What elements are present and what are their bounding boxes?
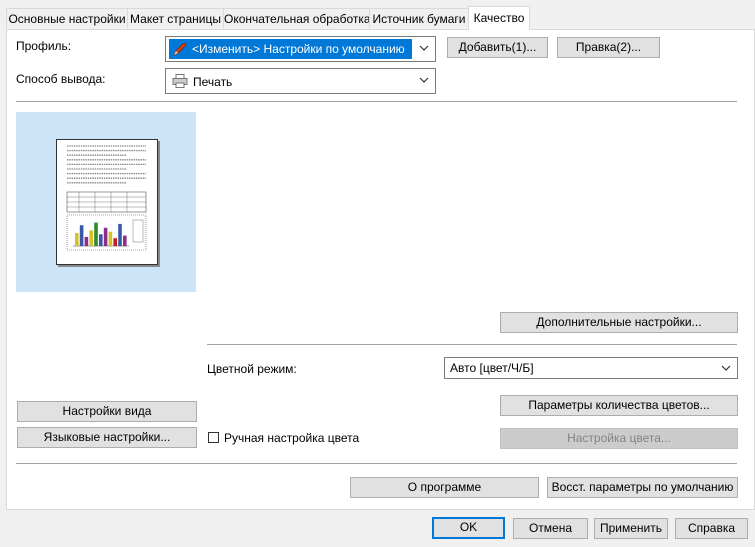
pencil-icon — [172, 41, 188, 57]
tab-page-layout[interactable]: Макет страницы — [127, 8, 224, 28]
color-mode-label: Цветной режим: — [207, 362, 297, 376]
preview-chart-bar — [89, 230, 93, 246]
printer-icon — [172, 74, 188, 88]
profile-value: <Изменить> Настройки по умолчанию — [192, 42, 405, 56]
preview-chart-bar — [75, 233, 79, 246]
color-settings-button[interactable]: Настройка цвета... — [500, 428, 738, 449]
separator — [16, 463, 737, 464]
preview-chart-bar — [99, 234, 103, 246]
tab-finishing[interactable]: Окончательная обработка — [223, 8, 371, 28]
output-value: Печать — [193, 75, 233, 89]
preview-chart-bar — [113, 238, 117, 246]
restore-defaults-button[interactable]: Восст. параметры по умолчанию — [547, 477, 738, 498]
about-button[interactable]: О программе — [350, 477, 539, 498]
cancel-button[interactable]: Отмена — [513, 518, 588, 539]
chevron-down-icon[interactable] — [419, 75, 429, 85]
manual-color-label[interactable]: Ручная настройка цвета — [224, 431, 359, 445]
separator — [16, 101, 737, 102]
apply-button[interactable]: Применить — [594, 518, 668, 539]
language-settings-button[interactable]: Языковые настройки... — [17, 427, 197, 448]
view-settings-button[interactable]: Настройки вида — [17, 401, 197, 422]
preview-document-graphic — [66, 145, 147, 251]
help-button[interactable]: Справка — [675, 518, 748, 539]
output-select[interactable]: Печать — [165, 68, 436, 94]
preview-text-lines — [67, 145, 146, 184]
edit-profile-button[interactable]: Правка(2)... — [557, 37, 660, 58]
output-label: Способ вывода: — [16, 72, 106, 86]
preview-chart-bar — [94, 222, 98, 246]
chevron-down-icon[interactable] — [721, 363, 731, 373]
add-profile-button[interactable]: Добавить(1)... — [447, 37, 548, 58]
tab-basic[interactable]: Основные настройки — [6, 8, 128, 28]
advanced-settings-button[interactable]: Дополнительные настройки... — [500, 312, 738, 333]
profile-select[interactable]: <Изменить> Настройки по умолчанию — [165, 36, 436, 62]
ok-button[interactable]: OK — [432, 517, 505, 539]
preview-chart-bar — [108, 231, 113, 246]
color-mode-select[interactable]: Авто [цвет/Ч/Б] — [444, 357, 738, 379]
tab-paper-source[interactable]: Источник бумаги — [369, 8, 469, 28]
preview-chart-bar — [118, 223, 122, 246]
tab-quality[interactable]: Качество — [468, 6, 530, 30]
preview-table — [66, 191, 147, 213]
preview-chart-bar — [79, 225, 84, 246]
manual-color-checkbox[interactable] — [208, 432, 219, 443]
preview-chart — [66, 214, 147, 251]
preview-chart-bar — [103, 227, 108, 246]
page-preview — [16, 112, 196, 292]
preview-sheet — [56, 139, 158, 265]
profile-label: Профиль: — [16, 39, 72, 53]
color-count-settings-button[interactable]: Параметры количества цветов... — [500, 395, 738, 416]
preview-chart-bar — [123, 235, 127, 246]
separator — [207, 344, 737, 345]
preview-chart-bar — [84, 236, 89, 246]
chevron-down-icon[interactable] — [419, 43, 429, 53]
color-mode-value: Авто [цвет/Ч/Б] — [450, 361, 534, 375]
